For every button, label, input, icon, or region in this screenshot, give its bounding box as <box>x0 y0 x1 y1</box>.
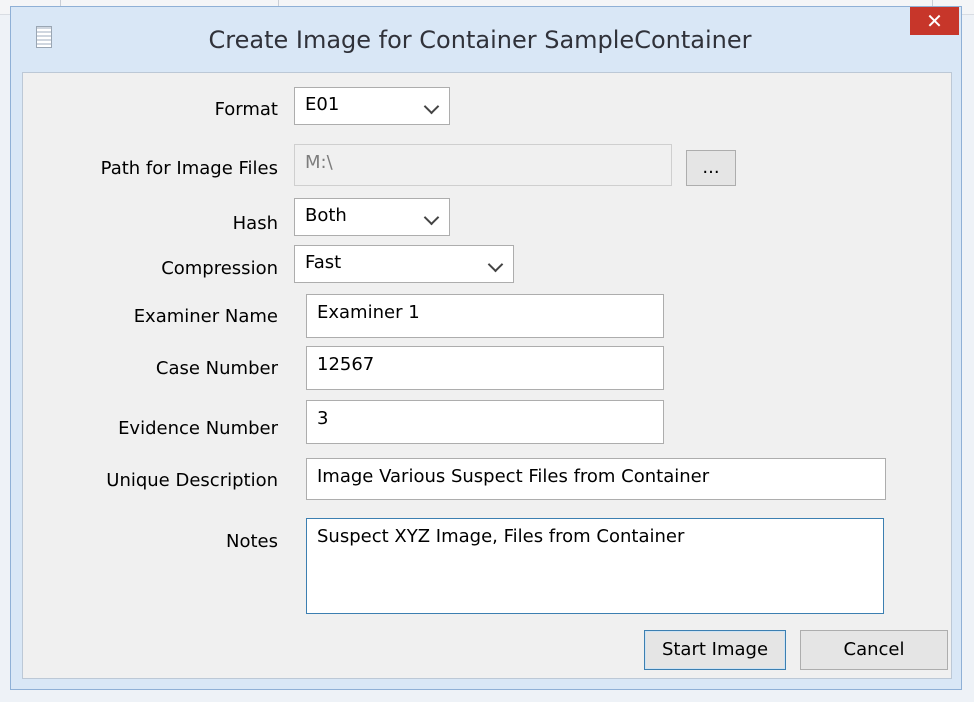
path-input[interactable]: M:\ <box>294 144 672 186</box>
chevron-down-icon <box>423 209 440 226</box>
case-number-label: Case Number <box>155 358 278 379</box>
hash-select[interactable]: Both <box>294 198 450 236</box>
cancel-button[interactable]: Cancel <box>800 630 948 670</box>
format-label: Format <box>214 99 278 120</box>
chevron-down-icon <box>423 98 440 115</box>
evidence-number-label: Evidence Number <box>118 418 278 439</box>
notes-textarea[interactable]: Suspect XYZ Image, Files from Container <box>306 518 884 614</box>
description-input[interactable]: Image Various Suspect Files from Contain… <box>306 458 886 500</box>
chevron-down-icon <box>487 256 504 273</box>
evidence-number-input[interactable]: 3 <box>306 400 664 444</box>
examiner-input[interactable]: Examiner 1 <box>306 294 664 338</box>
examiner-label: Examiner Name <box>133 306 278 327</box>
compression-select[interactable]: Fast <box>294 245 514 283</box>
notes-label: Notes <box>226 531 278 552</box>
document-icon <box>36 26 52 48</box>
close-button[interactable]: ✕ <box>910 7 959 35</box>
format-value: E01 <box>305 94 340 115</box>
path-label: Path for Image Files <box>100 158 278 179</box>
dialog-title: Create Image for Container SampleContain… <box>208 26 752 54</box>
hash-value: Both <box>305 205 347 226</box>
start-image-button[interactable]: Start Image <box>644 630 786 670</box>
case-number-input[interactable]: 12567 <box>306 346 664 390</box>
hash-label: Hash <box>232 213 278 234</box>
browse-button[interactable]: ... <box>686 150 736 186</box>
description-label: Unique Description <box>106 470 278 491</box>
compression-label: Compression <box>161 258 278 279</box>
format-select[interactable]: E01 <box>294 87 450 125</box>
compression-value: Fast <box>305 252 342 273</box>
close-icon: ✕ <box>926 9 943 33</box>
